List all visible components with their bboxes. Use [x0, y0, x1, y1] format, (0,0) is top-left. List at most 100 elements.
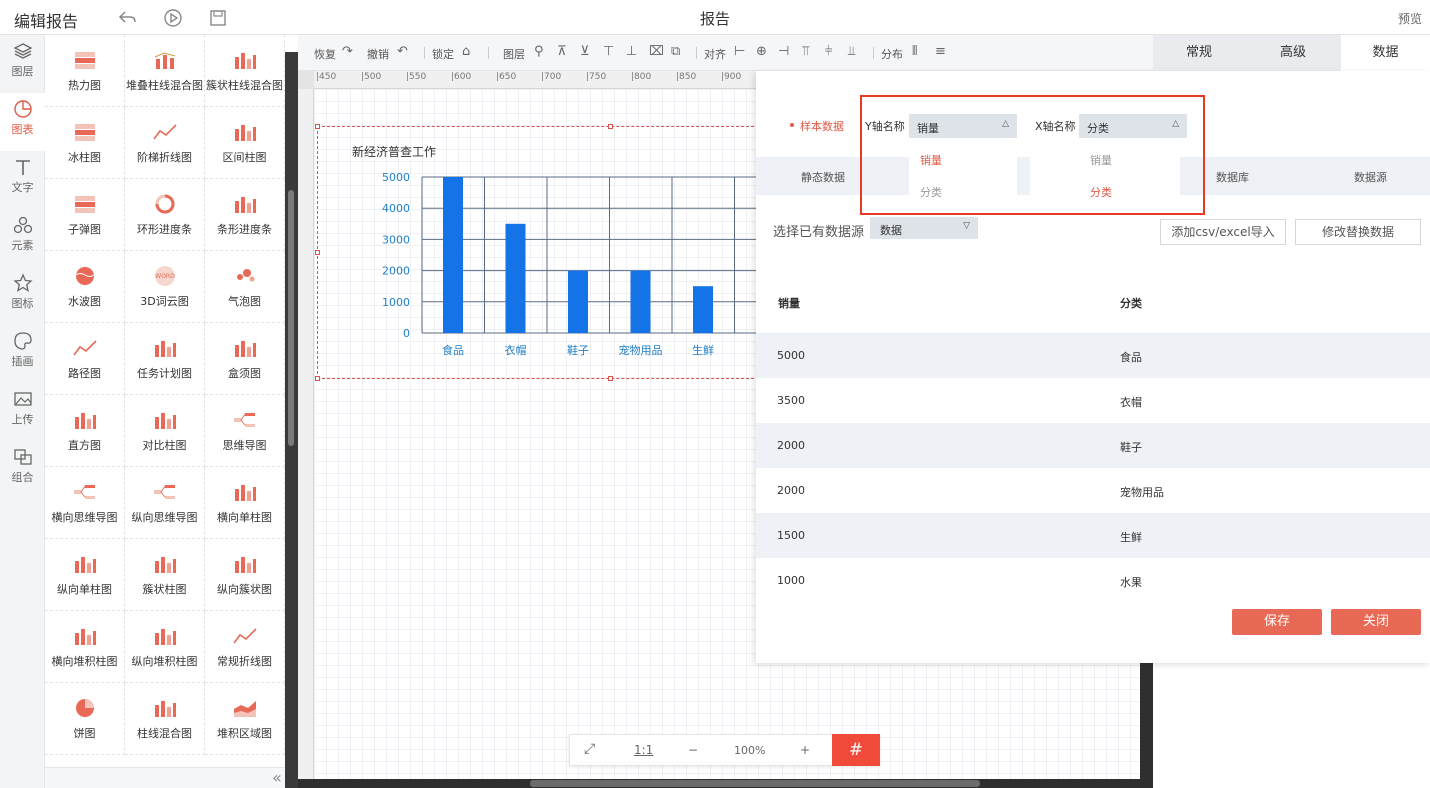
palette-item[interactable]: 纵向思维导图	[125, 467, 205, 539]
cell-sales[interactable]: 5000	[777, 349, 805, 362]
layer-down-icon[interactable]: ⊻	[580, 44, 590, 59]
table-row[interactable]: 2000 鞋子	[756, 423, 1430, 468]
nav-item-text[interactable]: 文字	[0, 151, 45, 209]
redo-icon[interactable]: ↷	[342, 44, 353, 59]
palette-item[interactable]: 直方图	[45, 395, 125, 467]
nav-item-illustrations[interactable]: 插画	[0, 325, 45, 383]
palette-item[interactable]: 气泡图	[205, 251, 285, 323]
palette-item[interactable]: 堆叠柱线混合图	[125, 35, 205, 107]
layer-up-icon[interactable]: ⊼	[557, 44, 567, 59]
palette-item[interactable]: WORD 3D词云图	[125, 251, 205, 323]
palette-item[interactable]: 饼图	[45, 683, 125, 755]
cell-category[interactable]: 衣帽	[1120, 394, 1142, 410]
nav-item-charts[interactable]: 图表	[0, 93, 45, 151]
copy-icon[interactable]: ⧉	[671, 44, 680, 59]
palette-item[interactable]: 任务计划图	[125, 323, 205, 395]
palette-item[interactable]: 常规折线图	[205, 611, 285, 683]
palette-item[interactable]: 冰柱图	[45, 107, 125, 179]
palette-scroll-thumb[interactable]	[288, 190, 294, 446]
delete-icon[interactable]: ⌧	[649, 44, 664, 59]
redo-button[interactable]: 恢复	[314, 46, 336, 62]
distribute-vertical-icon[interactable]: ≡	[935, 44, 946, 59]
tab-data[interactable]: 数据	[1341, 35, 1430, 71]
cell-category[interactable]: 生鲜	[1120, 529, 1142, 545]
undo-icon[interactable]: ↶	[397, 44, 408, 59]
cell-category[interactable]: 鞋子	[1120, 439, 1142, 455]
datasource-select[interactable]: 数据 ▽	[870, 217, 978, 239]
align-left-icon[interactable]: ⊢	[734, 44, 745, 59]
palette-item[interactable]: 水波图	[45, 251, 125, 323]
save-button[interactable]: 保存	[1232, 609, 1322, 635]
palette-item[interactable]: 横向单柱图	[205, 467, 285, 539]
sample-data-label[interactable]: 样本数据	[800, 118, 844, 134]
palette-item[interactable]: 子弹图	[45, 179, 125, 251]
table-row[interactable]: 5000 食品	[756, 333, 1430, 378]
send-back-icon[interactable]: ⊥	[626, 44, 637, 59]
table-row[interactable]: 1500 生鲜	[756, 513, 1430, 558]
actual-size-button[interactable]: 1:1	[634, 743, 653, 757]
palette-item[interactable]: 横向堆积柱图	[45, 611, 125, 683]
nav-item-icons[interactable]: 图标	[0, 267, 45, 325]
cell-sales[interactable]: 2000	[777, 484, 805, 497]
distribute-horizontal-icon[interactable]: ⫴	[912, 44, 917, 59]
align-right-icon[interactable]: ⊣	[778, 44, 789, 59]
collapse-icon[interactable]: «	[272, 768, 282, 787]
zoom-in-button[interactable]: +	[800, 743, 810, 757]
palette-item[interactable]: 路径图	[45, 323, 125, 395]
resize-handle[interactable]	[608, 124, 613, 129]
nav-item-group[interactable]: 组合	[0, 441, 45, 499]
tab-static-data[interactable]: 静态数据	[801, 169, 845, 185]
palette-item[interactable]: 盒须图	[205, 323, 285, 395]
cell-category[interactable]: 宠物用品	[1120, 484, 1164, 500]
palette-item[interactable]: 环形进度条	[125, 179, 205, 251]
lock-icon[interactable]: ⌂	[462, 44, 470, 59]
palette-item[interactable]: 横向思维导图	[45, 467, 125, 539]
resize-handle[interactable]	[315, 376, 320, 381]
palette-item[interactable]: 簇状柱线混合图	[205, 35, 285, 107]
palette-item[interactable]: 簇状柱图	[125, 539, 205, 611]
resize-handle[interactable]	[315, 124, 320, 129]
cell-category[interactable]: 水果	[1120, 574, 1142, 590]
cell-sales[interactable]: 3500	[777, 394, 805, 407]
palette-item[interactable]: 条形进度条	[205, 179, 285, 251]
palette-item[interactable]: 纵向堆积柱图	[125, 611, 205, 683]
palette-item[interactable]: 纵向单柱图	[45, 539, 125, 611]
close-button[interactable]: 关闭	[1331, 609, 1421, 635]
tab-datasource[interactable]: 数据源	[1354, 169, 1387, 185]
nav-item-layers[interactable]: 图层	[0, 35, 45, 93]
bring-front-icon[interactable]: ⊤	[603, 44, 614, 59]
zoom-out-button[interactable]: −	[688, 743, 698, 757]
palette-item[interactable]: 对比柱图	[125, 395, 205, 467]
align-top-icon[interactable]: ⫪	[802, 44, 809, 59]
tab-general[interactable]: 常规	[1153, 35, 1245, 71]
cell-category[interactable]: 食品	[1120, 349, 1142, 365]
cell-sales[interactable]: 2000	[777, 439, 805, 452]
palette-item[interactable]: 纵向簇状图	[205, 539, 285, 611]
import-csv-button[interactable]: 添加csv/excel导入	[1160, 219, 1286, 245]
layer-button[interactable]: 图层	[503, 46, 525, 62]
canvas-bottom-scroll-thumb[interactable]	[530, 780, 980, 787]
palette-item[interactable]: 区间柱图	[205, 107, 285, 179]
align-button[interactable]: 对齐	[704, 46, 726, 62]
tab-database[interactable]: 数据库	[1216, 169, 1249, 185]
palette-item[interactable]: 堆积区域图	[205, 683, 285, 755]
palette-item[interactable]: 阶梯折线图	[125, 107, 205, 179]
cell-sales[interactable]: 1500	[777, 529, 805, 542]
palette-item[interactable]: 柱线混合图	[125, 683, 205, 755]
preview-button[interactable]: 预览	[1398, 10, 1422, 27]
palette-item[interactable]: 热力图	[45, 35, 125, 107]
nav-item-upload[interactable]: 上传	[0, 383, 45, 441]
bar-chart[interactable]: 5000 4000 3000 2000 1000 0 食品 衣帽 鞋子 宠物用品 生鲜	[375, 165, 798, 365]
fit-screen-icon[interactable]: ⤢	[584, 741, 595, 757]
undo-button[interactable]: 撤销	[367, 46, 389, 62]
grid-toggle-button[interactable]: #	[832, 734, 880, 766]
align-bottom-icon[interactable]: ⫫	[848, 44, 855, 59]
replace-data-button[interactable]: 修改替换数据	[1295, 219, 1421, 245]
table-row[interactable]: 2000 宠物用品	[756, 468, 1430, 513]
cell-sales[interactable]: 1000	[777, 574, 805, 587]
tab-advanced[interactable]: 高级	[1247, 35, 1339, 71]
align-middle-icon[interactable]: ⫩	[825, 44, 832, 59]
align-center-icon[interactable]: ⊕	[756, 44, 767, 59]
layer-group-icon[interactable]: ⚲	[534, 44, 544, 59]
lock-button[interactable]: 锁定	[432, 46, 454, 62]
